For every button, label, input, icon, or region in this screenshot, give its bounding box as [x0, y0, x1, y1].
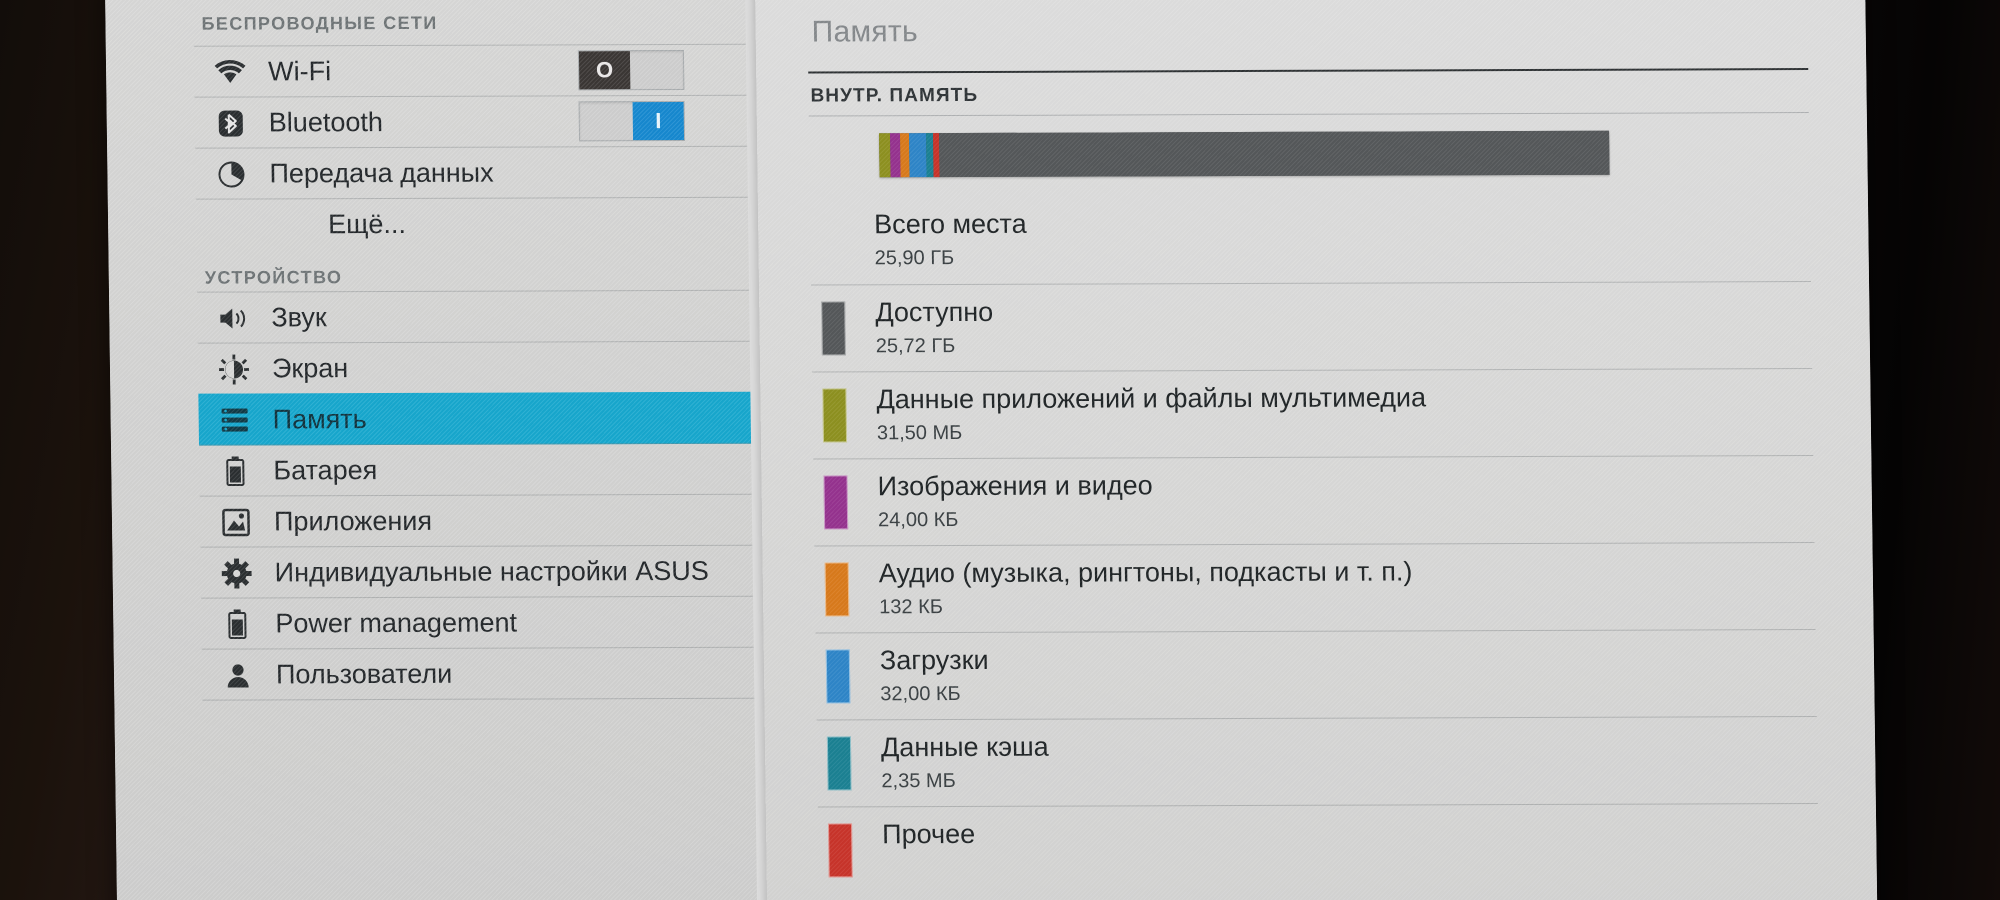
data-usage-icon [209, 160, 253, 188]
sidebar-item-label: Пользователи [275, 658, 453, 690]
category-color-swatch [822, 388, 848, 443]
category-color-swatch [821, 301, 846, 356]
category-name: Данные кэша [880, 731, 1049, 763]
category-name: Доступно [875, 296, 994, 328]
sidebar-item-label: Передача данных [269, 157, 494, 189]
category-color-swatch [824, 562, 850, 617]
section-label-internal-storage: ВНУТР. ПАМЯТЬ [810, 84, 979, 107]
category-text-block: Данные приложений и файлы мультимедиа 31,… [876, 382, 1426, 445]
wifi-toggle[interactable]: O [577, 49, 685, 91]
bluetooth-icon [209, 108, 253, 138]
category-name: Загрузки [879, 644, 989, 676]
category-text-block: Всего места 25,90 ГБ [874, 209, 1027, 271]
storage-usage-bar [878, 130, 1610, 178]
sound-icon [211, 305, 255, 331]
wifi-icon [208, 59, 252, 85]
storage-category-row[interactable]: Загрузки 32,00 КБ [815, 629, 1817, 720]
sidebar-item-sound[interactable]: Звук [197, 289, 750, 344]
category-text-block: Прочее [882, 819, 975, 850]
sidebar-item-label: Экран [271, 353, 349, 384]
usage-bar-available [938, 130, 1610, 178]
sidebar-item-asus-customized-settings[interactable]: Индивидуальные настройки ASUS [200, 544, 754, 599]
sidebar-section-header-wireless: БЕСПРОВОДНЫЕ СЕТИ [201, 12, 438, 34]
page-title: Память [811, 15, 919, 49]
category-text-block: Данные кэша 2,35 МБ [881, 732, 1049, 794]
storage-category-row[interactable]: Всего места 25,90 ГБ [810, 194, 1811, 284]
bluetooth-toggle-knob: I [632, 101, 685, 141]
sidebar-divider-bottom [202, 697, 756, 752]
storage-category-row[interactable]: Данные приложений и файлы мультимедиа 31,… [812, 368, 1814, 459]
storage-category-row[interactable]: Доступно 25,72 ГБ [810, 281, 1813, 372]
storage-icon [213, 407, 257, 433]
storage-category-row[interactable]: Изображения и видео 24,00 КБ [813, 455, 1815, 546]
sidebar-item-label: Батарея [273, 455, 378, 486]
category-text-block: Аудио (музыка, рингтоны, подкасты и т. п… [879, 556, 1413, 619]
tablet-display: БЕСПРОВОДНЫЕ СЕТИ Wi-Fi O Bluetooth I Пе… [105, 0, 1878, 900]
category-size: 25,90 ГБ [874, 247, 955, 270]
category-name: Изображения и видео [877, 470, 1153, 502]
sidebar-item-label: Bluetooth [268, 107, 384, 138]
wifi-toggle-knob: O [578, 51, 631, 90]
category-color-swatch [826, 736, 852, 791]
apps-icon [214, 508, 258, 536]
usage-bar-segment-1 [890, 133, 901, 178]
sidebar-item-label: Приложения [273, 505, 433, 537]
usage-bar-segment-3 [908, 133, 927, 178]
sidebar-item-label: Звук [271, 302, 327, 333]
category-size: 31,50 МБ [876, 422, 963, 445]
sidebar-item-more[interactable]: Ещё... [195, 196, 749, 251]
category-name: Прочее [881, 818, 976, 850]
category-size: 25,72 ГБ [875, 335, 956, 358]
category-size: 2,35 МБ [881, 770, 956, 793]
category-color-swatch-none [820, 213, 845, 267]
sidebar-item-display[interactable]: Экран [197, 340, 751, 395]
sidebar-item-storage[interactable]: Память [198, 391, 752, 446]
battery-icon [213, 456, 257, 486]
storage-category-row[interactable]: Данные кэша 2,35 МБ [816, 715, 1818, 807]
sidebar-item-power-management[interactable]: Power management [201, 595, 754, 650]
gear-icon [214, 558, 258, 589]
title-divider [808, 68, 1809, 74]
category-size: 24,00 КБ [877, 509, 959, 532]
section-divider [808, 112, 1809, 117]
sidebar-item-label: Память [272, 404, 367, 435]
user-icon [216, 662, 260, 688]
usage-bar-segment-0 [878, 133, 891, 178]
bluetooth-toggle[interactable]: I [578, 100, 686, 142]
category-name: Всего места [873, 208, 1027, 240]
photo-of-tablet-screen: БЕСПРОВОДНЫЕ СЕТИ Wi-Fi O Bluetooth I Пе… [0, 0, 2000, 900]
sidebar-section-header-device: УСТРОЙСТВО [204, 267, 343, 288]
battery-icon [215, 609, 259, 639]
sidebar-item-label: Ещё... [327, 208, 407, 240]
category-text-block: Изображения и видео 24,00 КБ [877, 470, 1153, 532]
sidebar-item-battery[interactable]: Батарея [199, 442, 752, 497]
sidebar-item-label: Wi-Fi [267, 56, 332, 87]
category-text-block: Доступно 25,72 ГБ [875, 297, 994, 358]
category-color-swatch [823, 475, 849, 530]
category-name: Данные приложений и файлы мультимедиа [876, 382, 1427, 415]
storage-panel: Память ВНУТР. ПАМЯТЬ Всего места 25,90 ГБ… [755, 0, 1878, 900]
sidebar-item-data-usage[interactable]: Передача данных [195, 145, 748, 200]
category-size: 132 КБ [879, 596, 944, 619]
sidebar-item-label: Power management [275, 607, 518, 639]
storage-category-row[interactable]: Прочее [817, 802, 1819, 894]
sidebar-item-users[interactable]: Пользователи [201, 646, 755, 701]
category-color-swatch [828, 823, 853, 878]
category-name: Аудио (музыка, рингтоны, подкасты и т. п… [878, 556, 1413, 589]
settings-sidebar: БЕСПРОВОДНЫЕ СЕТИ Wi-Fi O Bluetooth I Пе… [105, 0, 758, 900]
category-text-block: Загрузки 32,00 КБ [880, 645, 989, 706]
display-icon [212, 354, 256, 385]
sidebar-item-apps[interactable]: Приложения [199, 493, 753, 548]
category-color-swatch [825, 649, 851, 704]
sidebar-item-label: Индивидуальные настройки ASUS [274, 555, 709, 588]
category-size: 32,00 КБ [880, 683, 961, 706]
storage-category-row[interactable]: Аудио (музыка, рингтоны, подкасты и т. п… [814, 542, 1816, 633]
